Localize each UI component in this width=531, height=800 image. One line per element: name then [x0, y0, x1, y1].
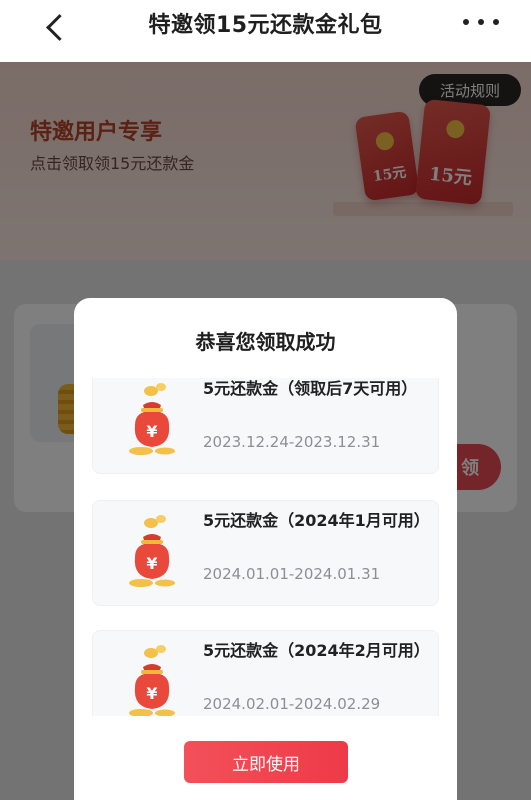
modal-title: 恭喜您领取成功 — [195, 330, 336, 354]
success-modal: 恭喜您领取成功 ¥ 5元还款金（领取后7天可用） 2023.12.24-2023… — [74, 298, 457, 800]
coupon-date: 2024.02.01-2024.02.29 — [203, 695, 381, 713]
coupon-item: ¥ 5元还款金（领取后7天可用） 2023.12.24-2023.12.31 — [92, 378, 439, 474]
coupon-name: 5元还款金（2024年2月可用） — [203, 641, 430, 660]
coupon-item: ¥ 5元还款金（2024年2月可用） 2024.02.01-2024.02.29 — [92, 630, 439, 716]
coupon-date: 2023.12.24-2023.12.31 — [203, 433, 381, 451]
money-bag-icon: ¥ — [129, 515, 175, 587]
money-bag-icon: ¥ — [129, 383, 175, 455]
coupon-date: 2024.01.01-2024.01.31 — [203, 565, 381, 583]
svg-text:¥: ¥ — [146, 684, 157, 703]
page-title: 特邀领15元还款金礼包 — [148, 13, 383, 38]
nav-bar: 特邀领15元还款金礼包 — [0, 0, 531, 62]
coupon-list[interactable]: ¥ 5元还款金（领取后7天可用） 2023.12.24-2023.12.31 ¥… — [74, 378, 457, 716]
coupon-name: 5元还款金（2024年1月可用） — [203, 511, 430, 530]
use-now-button[interactable]: 立即使用 — [184, 741, 348, 783]
money-bag-icon: ¥ — [129, 645, 175, 716]
svg-text:¥: ¥ — [146, 554, 157, 573]
back-icon[interactable] — [38, 10, 72, 44]
coupon-item: ¥ 5元还款金（2024年1月可用） 2024.01.01-2024.01.31 — [92, 500, 439, 606]
svg-text:¥: ¥ — [146, 422, 157, 441]
more-icon[interactable] — [463, 14, 499, 30]
coupon-name: 5元还款金（领取后7天可用） — [203, 379, 418, 398]
